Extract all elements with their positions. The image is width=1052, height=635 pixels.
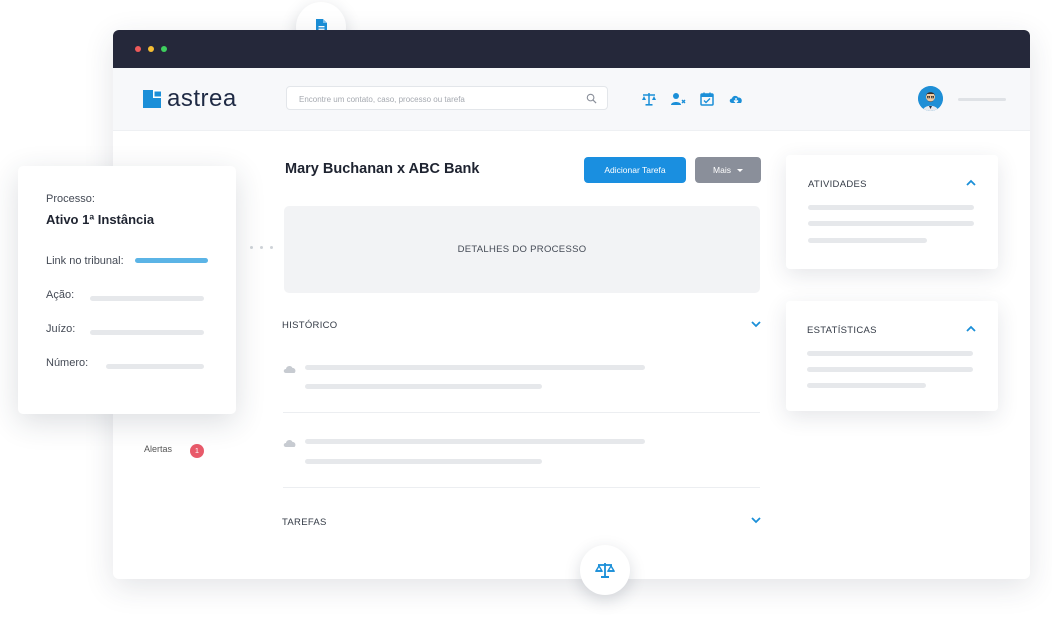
scales-icon — [595, 563, 615, 578]
statistics-card: ESTATÍSTICAS — [786, 301, 998, 411]
history-section-label[interactable]: HISTÓRICO — [282, 320, 337, 331]
activities-title[interactable]: ATIVIDADES — [808, 179, 867, 190]
activities-chevron-up-icon[interactable] — [966, 179, 976, 186]
window-maximize-dot[interactable] — [161, 46, 167, 52]
window-titlebar — [113, 30, 1030, 68]
divider — [283, 487, 760, 488]
search-box[interactable] — [286, 86, 608, 110]
history-line — [305, 459, 542, 464]
action-value-placeholder — [90, 296, 204, 301]
statistic-line — [807, 351, 973, 356]
cloud-icon — [283, 366, 296, 373]
divider — [283, 412, 760, 413]
more-button[interactable]: Mais — [695, 157, 761, 183]
logo-text: astrea — [167, 85, 237, 112]
case-title: Mary Buchanan x ABC Bank — [285, 161, 480, 177]
activities-card: ATIVIDADES — [786, 155, 998, 269]
activity-line — [808, 221, 974, 226]
search-input[interactable] — [297, 90, 581, 108]
court-label: Juízo: — [46, 323, 76, 335]
history-chevron-down-icon[interactable] — [751, 321, 761, 328]
number-value-placeholder — [106, 364, 204, 369]
process-status-value: Ativo 1ª Instância — [46, 212, 155, 227]
history-line — [305, 439, 645, 444]
alerts-count-badge: 1 — [190, 444, 204, 458]
user-name-placeholder — [958, 98, 1006, 101]
history-line — [305, 365, 645, 370]
cloud-icon — [283, 440, 296, 447]
add-task-button[interactable]: Adicionar Tarefa — [584, 157, 686, 183]
court-link-label: Link no tribunal: — [46, 255, 124, 267]
tasks-chevron-down-icon[interactable] — [751, 517, 761, 524]
avatar-person-icon — [918, 86, 943, 111]
statistic-line — [807, 383, 926, 388]
search-icon[interactable] — [586, 93, 597, 104]
statistics-chevron-up-icon[interactable] — [966, 325, 976, 332]
logo[interactable]: astrea — [143, 85, 237, 113]
statistic-line — [807, 367, 973, 372]
activity-line — [808, 205, 974, 210]
stage: astrea Encontre um contato, caso, proces… — [0, 0, 1052, 635]
window-minimize-dot[interactable] — [148, 46, 154, 52]
scales-icon[interactable] — [641, 91, 657, 107]
scales-float-badge — [580, 545, 630, 595]
avatar[interactable] — [918, 86, 943, 111]
statistics-title[interactable]: ESTATÍSTICAS — [807, 325, 877, 336]
process-details-panel[interactable]: DETALHES DO PROCESSO — [284, 206, 760, 293]
connector-dot — [250, 246, 253, 249]
connector-dot — [260, 246, 263, 249]
more-button-label: Mais — [713, 165, 731, 175]
connector-dot — [270, 246, 273, 249]
number-label: Número: — [46, 357, 89, 369]
sidebar-item-alerts[interactable]: Alertas — [144, 444, 172, 454]
logo-mark-icon — [143, 90, 161, 108]
app-window: astrea Encontre um contato, caso, proces… — [113, 30, 1030, 579]
app-header: astrea — [113, 68, 1030, 131]
court-link-value[interactable] — [135, 258, 208, 263]
process-label: Processo: — [46, 193, 95, 205]
window-close-dot[interactable] — [135, 46, 141, 52]
caret-down-icon — [736, 168, 743, 172]
action-label: Ação: — [46, 289, 75, 301]
process-details-label: DETALHES DO PROCESSO — [457, 244, 587, 255]
cloud-download-icon[interactable] — [728, 91, 744, 107]
alerts-label: Alertas — [144, 444, 173, 454]
activity-line — [808, 238, 927, 243]
user-remove-icon[interactable] — [670, 91, 686, 107]
history-line — [305, 384, 542, 389]
calendar-check-icon[interactable] — [699, 91, 715, 107]
process-info-card: Processo: Ativo 1ª Instância Link no tri… — [18, 166, 236, 414]
court-value-placeholder — [90, 330, 204, 335]
tasks-section-label[interactable]: TAREFAS — [282, 517, 327, 528]
